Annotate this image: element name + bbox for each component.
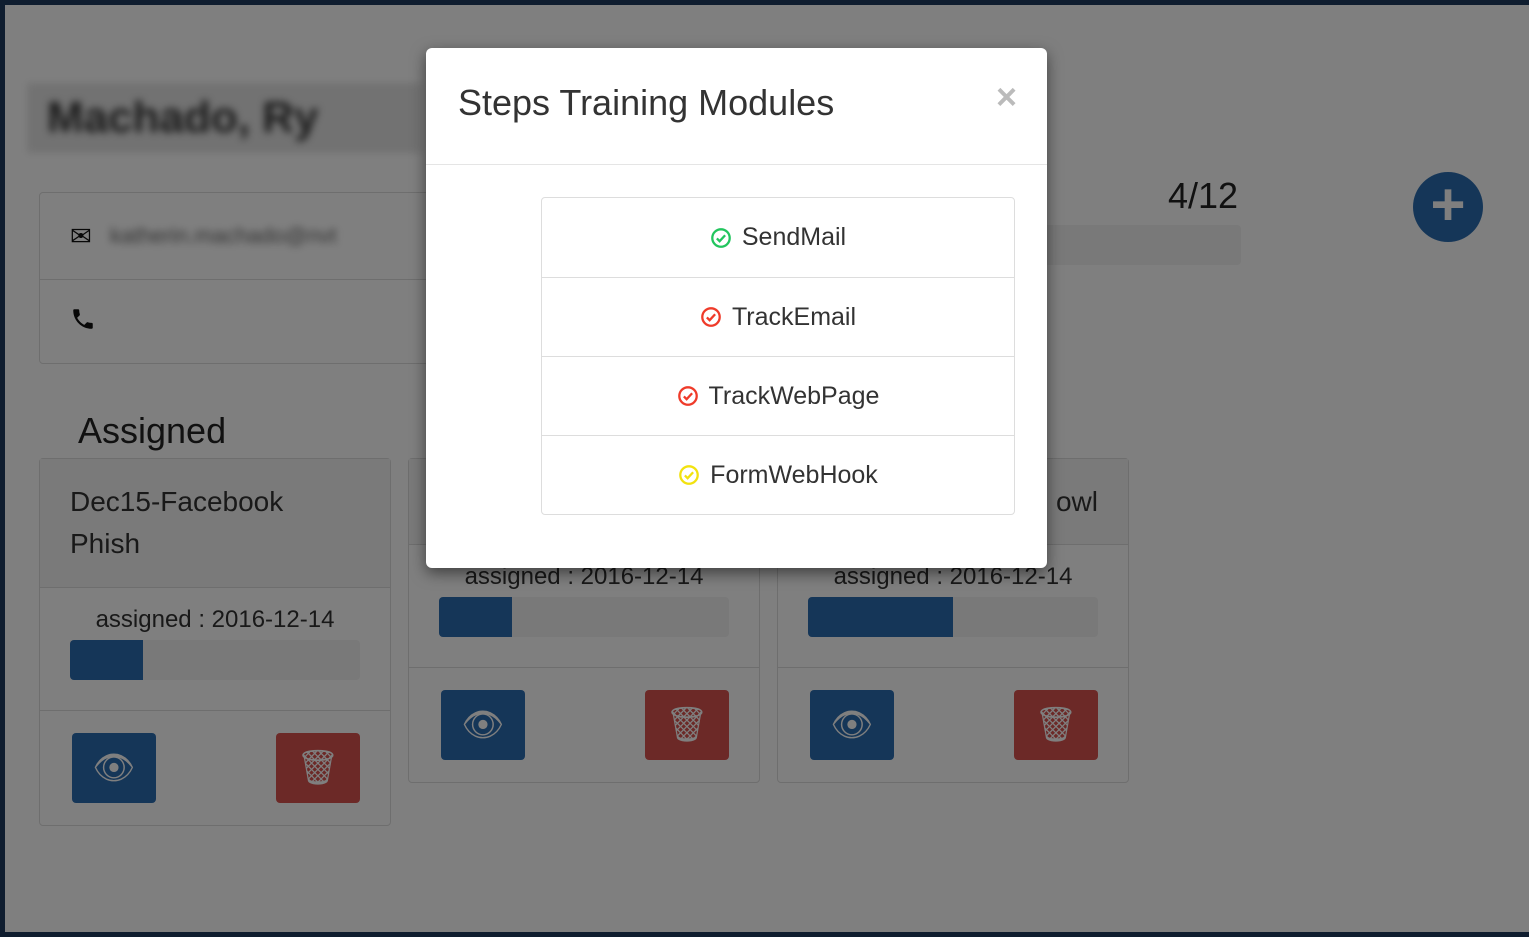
modal-title: Steps Training Modules [458,82,835,123]
module-label: FormWebHook [710,460,878,489]
module-item-sendmail[interactable]: SendMail [542,198,1014,277]
module-item-formwebhook[interactable]: FormWebHook [542,435,1014,514]
check-circle-icon [701,307,721,327]
module-label: SendMail [741,223,847,251]
module-item-trackemail[interactable]: TrackEmail [542,277,1014,356]
module-list: SendMail TrackEmail TrackWebPage FormWeb… [541,197,1015,515]
check-circle-icon [711,227,731,248]
module-item-trackwebpage[interactable]: TrackWebPage [542,356,1014,435]
modal-header: Steps Training Modules × [426,48,1047,165]
steps-modal: Steps Training Modules × SendMail TrackE… [426,48,1047,568]
module-label: TrackWebPage [708,381,880,410]
check-circle-icon [679,465,700,485]
close-icon[interactable]: × [996,76,1017,118]
check-circle-icon [677,386,698,406]
module-label: TrackEmail [731,302,857,331]
